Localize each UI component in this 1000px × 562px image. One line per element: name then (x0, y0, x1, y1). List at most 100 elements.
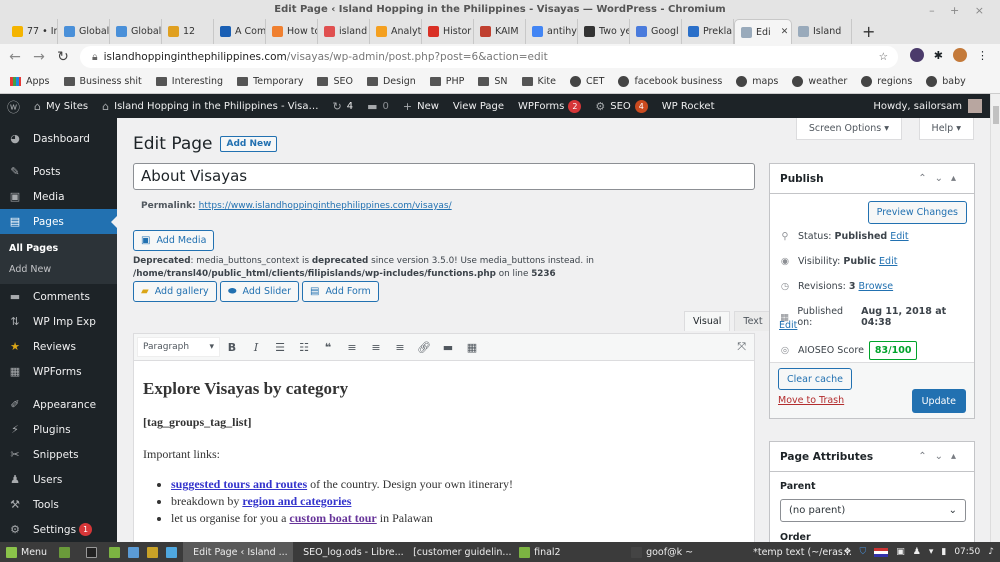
page-scrollbar[interactable] (990, 94, 1000, 542)
tours-link[interactable]: suggested tours and routes (171, 477, 307, 491)
back-icon[interactable]: ← (6, 49, 24, 65)
start-menu-button[interactable]: Menu (0, 542, 53, 562)
taskbar-window[interactable]: Edit Page ‹ Island ... (183, 542, 294, 562)
browser-tab[interactable]: Global (58, 19, 110, 44)
launcher-app-icon[interactable] (164, 542, 183, 562)
box-arrows-icon[interactable]: ⌃⌄▴ (918, 173, 964, 184)
flag-icon[interactable] (874, 547, 889, 557)
view-page-link[interactable]: View Page (446, 101, 511, 112)
browser-tab[interactable]: antihy (526, 19, 578, 44)
bookmark-facebook-business[interactable]: facebook business (618, 76, 722, 87)
regions-link[interactable]: region and categories (242, 494, 351, 508)
sidebar-item-settings[interactable]: ⚙ Settings 1 (0, 517, 117, 542)
sidebar-item-reviews[interactable]: ★ Reviews (0, 334, 117, 359)
browser-tab[interactable]: Analyt (370, 19, 422, 44)
tab-text[interactable]: Text (734, 311, 772, 331)
my-sites-link[interactable]: ⌂ My Sites (27, 100, 95, 113)
launcher-files-icon[interactable] (107, 542, 126, 562)
editor-content[interactable]: Explore Visayas by category [tag_groups_… (133, 361, 755, 542)
browser-tab[interactable]: 77 • Inb (6, 19, 58, 44)
browser-tab[interactable]: A Com (214, 19, 266, 44)
align-left-icon[interactable]: ≡ (340, 341, 364, 354)
bookmark-seo[interactable]: SEO (317, 76, 353, 87)
align-center-icon[interactable]: ≡ (364, 341, 388, 354)
site-name-link[interactable]: ⌂ Island Hopping in the Philippines - Vis… (95, 100, 325, 113)
update-button[interactable]: Update (911, 389, 966, 413)
sidebar-item-wp-imp-exp[interactable]: ⇅ WP Imp Exp (0, 309, 117, 334)
shield-icon[interactable]: ⛉ (859, 547, 866, 557)
bookmark-php[interactable]: PHP (429, 76, 464, 87)
bookmark-kite[interactable]: Kite (521, 76, 556, 87)
launcher-chromium-icon[interactable] (126, 542, 145, 562)
sidebar-item-posts[interactable]: ✎ Posts (0, 159, 117, 184)
taskbar-window[interactable]: goof@k ~ (625, 542, 743, 562)
move-to-trash-link[interactable]: Move to Trash (778, 395, 844, 406)
extension-icon[interactable] (909, 48, 924, 62)
bookmark-maps[interactable]: maps (736, 76, 778, 87)
wp-logo-icon[interactable]: ⓦ (0, 97, 27, 116)
puzzle-icon[interactable]: ✱ (934, 49, 943, 62)
reload-icon[interactable]: ↻ (54, 49, 72, 65)
browse-revisions-link[interactable]: Browse (859, 281, 894, 292)
add-form-button[interactable]: ▤ Add Form (302, 281, 379, 302)
toolbar-toggle-icon[interactable]: ▦ (460, 341, 484, 354)
bold-icon[interactable]: B (220, 341, 244, 354)
visibility-edit-link[interactable]: Edit (879, 256, 897, 267)
sidebar-item-users[interactable]: ♟ Users (0, 467, 117, 492)
new-tab-button[interactable]: + (852, 22, 885, 41)
new-content-link[interactable]: + New (396, 100, 446, 113)
fullscreen-icon[interactable]: ⤧ (737, 340, 746, 354)
bookmark-temporary[interactable]: Temporary (237, 76, 303, 87)
bookmark-weather[interactable]: weather (792, 76, 847, 87)
bookmark-design[interactable]: Design (366, 76, 416, 87)
taskbar-window[interactable]: SEO_log.ods - Libre... (293, 542, 404, 562)
browser-tab[interactable]: Global (110, 19, 162, 44)
permalink-url[interactable]: https://www.islandhoppinginthephilippine… (199, 201, 452, 211)
publish-header[interactable]: Publish ⌃⌄▴ (770, 164, 974, 194)
dropbox-icon[interactable]: ❖ (843, 547, 851, 557)
bookmark-apps[interactable]: Apps (10, 76, 50, 87)
status-edit-link[interactable]: Edit (890, 231, 908, 242)
seo-link[interactable]: ⚙ SEO 4 (588, 99, 654, 113)
browser-tab[interactable]: Island (792, 19, 852, 44)
clear-cache-button[interactable]: Clear cache (778, 368, 852, 390)
sidebar-item-wpforms[interactable]: ▦ WPForms (0, 359, 117, 384)
bookmark-business-shit[interactable]: Business shit (63, 76, 142, 87)
browser-tab[interactable]: Histor (422, 19, 474, 44)
add-media-button[interactable]: ▣ Add Media (133, 230, 215, 251)
submenu-add-new[interactable]: Add New (0, 259, 117, 280)
account-menu[interactable]: Howdy, sailorsam (873, 94, 982, 118)
aioseo-score[interactable]: 83/100 (868, 341, 918, 360)
help-button[interactable]: Help ▾ (918, 118, 974, 140)
link-icon[interactable]: 🔗︎ (412, 341, 436, 354)
bookmark-star-icon[interactable]: ☆ (879, 51, 888, 63)
browser-tab[interactable]: Prekla (682, 19, 734, 44)
bookmark-interesting[interactable]: Interesting (155, 76, 223, 87)
sidebar-item-tools[interactable]: ⚒ Tools (0, 492, 117, 517)
parent-select[interactable]: (no parent) ⌄ (780, 499, 966, 522)
sidebar-item-snippets[interactable]: ✂ Snippets (0, 442, 117, 467)
browser-tab[interactable]: 12 (162, 19, 214, 44)
taskbar-window[interactable]: final2 (513, 542, 625, 562)
window-controls[interactable]: – + × (929, 4, 990, 17)
wpforms-link[interactable]: WPForms 2 (511, 99, 588, 113)
browser-tab[interactable]: Googl (630, 19, 682, 44)
sound-icon[interactable]: ♪ (988, 547, 994, 557)
wifi-icon[interactable]: ▾ (929, 547, 934, 557)
scrollbar-thumb[interactable] (993, 106, 999, 124)
bookmark-regions[interactable]: regions (861, 76, 912, 87)
page-attributes-header[interactable]: Page Attributes ⌃⌄▴ (770, 442, 974, 472)
clock[interactable]: 07:50 (954, 547, 980, 557)
updates-link[interactable]: ↻ 4 (326, 100, 361, 113)
user-icon[interactable]: ♟ (913, 547, 921, 557)
bullet-list-icon[interactable]: ☰ (268, 341, 292, 354)
add-gallery-button[interactable]: ▰ Add gallery (133, 281, 217, 302)
preview-changes-button[interactable]: Preview Changes (867, 201, 967, 224)
clipboard-icon[interactable]: ▣ (896, 547, 905, 557)
screen-options-button[interactable]: Screen Options ▾ (795, 118, 902, 140)
launcher-terminal-icon[interactable] (80, 542, 107, 562)
taskbar-window[interactable]: *temp text (~/eras... (743, 542, 853, 562)
browser-tab[interactable]: KAIM (474, 19, 526, 44)
wp-rocket-link[interactable]: WP Rocket (655, 101, 722, 112)
launcher-app-icon[interactable] (145, 542, 164, 562)
